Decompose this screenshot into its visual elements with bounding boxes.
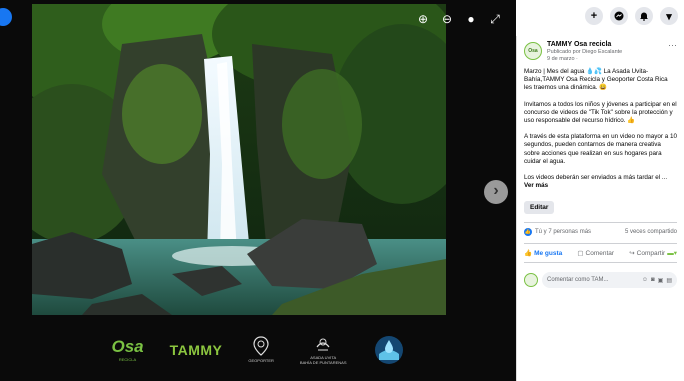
- chevron-down-icon: ▾: [666, 10, 672, 23]
- fullscreen-icon[interactable]: ⤢: [488, 12, 502, 26]
- messenger-icon: [614, 11, 624, 21]
- next-photo-button[interactable]: ›: [484, 180, 508, 204]
- comment-icon: ▢: [577, 250, 584, 258]
- osa-recicla-logo: Osa RECICLA: [111, 337, 144, 362]
- zoom-out-icon[interactable]: ⊖: [440, 12, 454, 26]
- share-icon: ↪: [629, 250, 635, 258]
- water-drop-logo: [373, 334, 405, 366]
- facebook-logo-icon[interactable]: [0, 8, 12, 26]
- photo-viewer: ⊕ ⊖ ● ⤢ › Osa RECICLA TAMMY GEOPORTER AS…: [0, 0, 516, 381]
- reactions-summary: 👍 Tú y 7 personas más 5 veces compartido: [524, 228, 677, 237]
- see-more-link[interactable]: Ver más: [524, 182, 548, 189]
- post-header: Osa TAMMY Osa recicla Publicado por Dieg…: [524, 40, 677, 63]
- waterfall-photo-image: [32, 4, 446, 315]
- share-button[interactable]: ↪ Compartir ▬▾: [629, 249, 677, 258]
- post-paragraph-truncated: Los videos deberán ser enviados a más ta…: [524, 174, 668, 182]
- post-date[interactable]: 9 de marzo ·: [547, 56, 663, 63]
- post-paragraph: Marzo | Mes del agua 💧💦 La Asada Uvita-B…: [524, 68, 668, 92]
- reactions-count[interactable]: 👍 Tú y 7 personas más: [524, 228, 591, 237]
- post-panel: Osa TAMMY Osa recicla Publicado por Dieg…: [516, 36, 684, 381]
- comment-button[interactable]: ▢ Comentar: [577, 249, 614, 258]
- zoom-in-icon[interactable]: ⊕: [416, 12, 430, 26]
- photo-theater: ⊕ ⊖ ● ⤢ › Osa RECICLA TAMMY GEOPORTER AS…: [0, 0, 684, 381]
- like-reaction-icon: 👍: [524, 228, 532, 237]
- emoji-icon[interactable]: ☺: [642, 277, 648, 284]
- asada-logo: ASADA UVITA BAHÍA DE PUNTARENAS: [300, 335, 347, 365]
- tammy-logo: TAMMY: [169, 341, 223, 358]
- post-text: Marzo | Mes del agua 💧💦 La Asada Uvita-B…: [524, 68, 677, 190]
- post-paragraph: Invitamos a todos los niños y jóvenes a …: [524, 100, 677, 125]
- geoporter-pin-icon: [253, 336, 269, 356]
- post-paragraph: A través de esta plataforma en un video …: [524, 133, 677, 165]
- viewer-toolbar: ⊕ ⊖ ● ⤢: [416, 12, 502, 26]
- notifications-button[interactable]: [635, 7, 653, 25]
- gif-icon[interactable]: ▣: [658, 277, 664, 284]
- bell-icon: [640, 12, 648, 21]
- thumbs-up-icon: 👍: [524, 250, 533, 258]
- comment-tools: ☺ ◙ ▣ ▤: [642, 277, 672, 284]
- tag-icon[interactable]: ●: [464, 12, 478, 26]
- divider: [524, 222, 677, 224]
- waterfall-photo[interactable]: [32, 4, 446, 315]
- edit-post-button[interactable]: Editar: [524, 201, 555, 215]
- like-button[interactable]: 👍 Me gusta: [524, 249, 562, 258]
- post-actions: 👍 Me gusta ▢ Comentar ↪ Compartir ▬▾: [524, 243, 677, 264]
- more-options-icon[interactable]: ···: [668, 40, 677, 50]
- comment-input[interactable]: Comentar como TAM... ☺ ◙ ▣ ▤: [542, 272, 677, 289]
- post-header-text: TAMMY Osa recicla Publicado por Diego Es…: [547, 40, 663, 63]
- comment-placeholder: Comentar como TAM...: [547, 277, 609, 284]
- water-emblem-icon: [374, 335, 403, 364]
- published-by: Publicado por Diego Escalante: [547, 49, 623, 55]
- sticker-icon[interactable]: ▤: [666, 277, 672, 284]
- sponsor-logos: Osa RECICLA TAMMY GEOPORTER ASADA UVITA …: [0, 318, 516, 381]
- commenter-avatar[interactable]: [524, 273, 538, 288]
- create-button[interactable]: +: [585, 7, 603, 25]
- page-avatar[interactable]: Osa: [524, 42, 542, 60]
- page-name-link[interactable]: TAMMY Osa recicla: [547, 40, 663, 49]
- geoporter-logo: GEOPORTER: [248, 336, 274, 363]
- add-icon: +: [590, 10, 598, 22]
- camera-icon[interactable]: ◙: [651, 277, 655, 284]
- page-selector-icon[interactable]: ▬▾: [667, 249, 677, 257]
- comment-composer: Comentar como TAM... ☺ ◙ ▣ ▤: [524, 272, 677, 289]
- messenger-button[interactable]: [610, 7, 628, 25]
- shares-count[interactable]: 5 veces compartido: [625, 229, 677, 235]
- top-nav-buttons: + ▾: [585, 7, 678, 25]
- asada-emblem-icon: [316, 338, 330, 350]
- account-menu-button[interactable]: ▾: [660, 7, 678, 25]
